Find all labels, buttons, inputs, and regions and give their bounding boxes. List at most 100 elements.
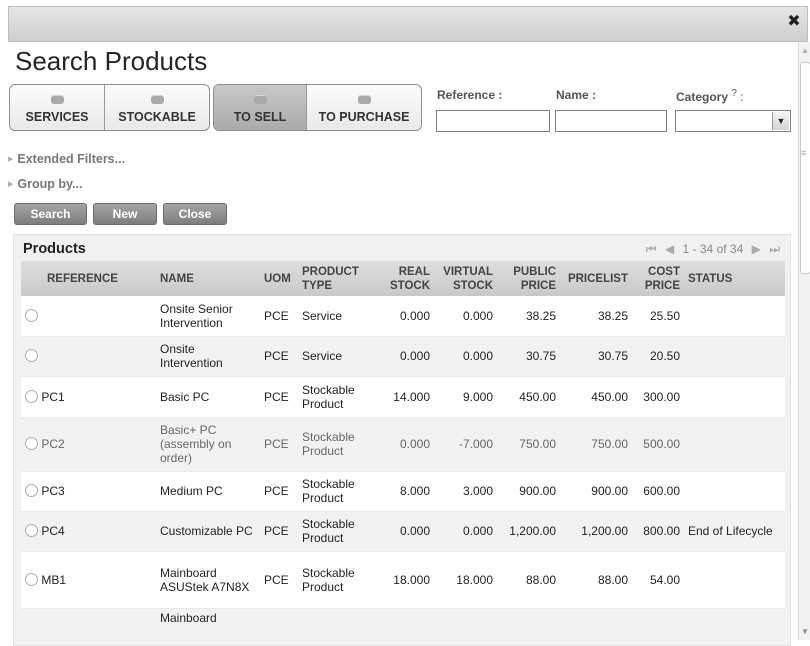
type-cell: Stockable Product bbox=[298, 376, 376, 418]
cost-price-cell: 800.00 bbox=[632, 511, 684, 552]
col-virtual-stock-label: VIRTUAL STOCK bbox=[443, 265, 493, 292]
chevron-down-icon[interactable]: ▼ bbox=[772, 112, 789, 130]
uom-cell: PCE bbox=[260, 296, 298, 337]
filter-stockable-label: STOCKABLE bbox=[118, 110, 196, 124]
virtual-stock-cell: 0.000 bbox=[434, 336, 497, 377]
filter-icon bbox=[150, 95, 164, 104]
prev-page-icon[interactable]: ◀ bbox=[665, 242, 674, 256]
filter-icon bbox=[253, 95, 267, 104]
uom-cell: PCE bbox=[260, 471, 298, 512]
table-row[interactable]: PC4 Customizable PC PCE Stockable Produc… bbox=[21, 511, 785, 552]
select-radio[interactable] bbox=[25, 308, 38, 322]
dialog-titlebar: ✖ bbox=[8, 6, 808, 42]
last-page-icon[interactable]: ⏭ bbox=[769, 242, 780, 256]
virtual-stock-cell: -7.000 bbox=[434, 417, 497, 472]
select-radio[interactable] bbox=[25, 524, 38, 537]
scroll-up-icon[interactable]: ▲ bbox=[801, 46, 809, 55]
filter-to-purchase-button[interactable]: TO PURCHASE bbox=[307, 85, 421, 130]
pricelist-cell: 450.00 bbox=[560, 376, 632, 418]
status-cell bbox=[684, 471, 785, 512]
real-stock-cell: 0.000 bbox=[376, 511, 434, 552]
real-stock-cell: 0.000 bbox=[376, 336, 434, 377]
extended-filters-toggle[interactable]: ▶ Extended Filters... bbox=[8, 152, 125, 166]
col-uom[interactable]: UOM bbox=[260, 261, 298, 296]
close-button[interactable]: Close bbox=[163, 203, 227, 225]
uom-cell: PCE bbox=[260, 511, 298, 552]
cost-price-cell bbox=[632, 608, 684, 645]
uom-cell: PCE bbox=[260, 551, 298, 609]
close-icon[interactable]: ✖ bbox=[785, 13, 803, 31]
products-panel: Products ⏮ ◀ 1 - 34 of 34 ▶ ⏭ REFERENCE … bbox=[13, 234, 791, 646]
virtual-stock-cell: 18.000 bbox=[434, 551, 497, 609]
sale-filter-group: TO SELL TO PURCHASE bbox=[213, 84, 422, 131]
page-title: Search Products bbox=[15, 46, 208, 76]
table-row[interactable]: MB1 Mainboard ASUStek A7N8X PCE Stockabl… bbox=[21, 551, 785, 609]
public-price-cell: 450.00 bbox=[497, 376, 560, 418]
virtual-stock-cell: 0.000 bbox=[434, 296, 497, 337]
name-input[interactable] bbox=[555, 110, 667, 132]
col-reference[interactable]: REFERENCE bbox=[21, 261, 156, 296]
col-name[interactable]: NAME bbox=[156, 261, 260, 296]
scrollbar[interactable]: ▲ ≡ ▼ bbox=[798, 42, 810, 640]
uom-cell bbox=[260, 608, 298, 645]
filter-icon bbox=[357, 95, 371, 104]
select-radio[interactable] bbox=[25, 437, 38, 450]
col-pricelist[interactable]: PRICELIST bbox=[560, 261, 632, 296]
col-product-type[interactable]: PRODUCT TYPE bbox=[298, 261, 376, 296]
reference-value: PC4 bbox=[41, 524, 65, 538]
extended-filters-label: Extended Filters... bbox=[17, 152, 126, 166]
first-page-icon[interactable]: ⏮ bbox=[646, 242, 657, 256]
table-row[interactable]: PC1 Basic PC PCE Stockable Product 14.00… bbox=[21, 376, 785, 418]
reference-cell: PC4 bbox=[21, 511, 156, 552]
select-radio[interactable] bbox=[25, 349, 38, 362]
col-real-stock-label: REAL STOCK bbox=[389, 265, 430, 292]
group-by-label: Group by... bbox=[17, 177, 83, 191]
table-row[interactable]: PC3 Medium PC PCE Stockable Product 8.00… bbox=[21, 471, 785, 512]
products-title: Products bbox=[23, 241, 86, 257]
table-row[interactable]: Onsite Intervention PCE Service 0.000 0.… bbox=[21, 336, 785, 377]
next-page-icon[interactable]: ▶ bbox=[752, 242, 761, 256]
col-cost-price[interactable]: COST PRICE bbox=[632, 261, 684, 296]
products-table: REFERENCE NAME UOM PRODUCT TYPE REAL STO… bbox=[21, 261, 785, 645]
cost-price-cell: 600.00 bbox=[632, 471, 684, 512]
new-button[interactable]: New bbox=[93, 203, 157, 225]
virtual-stock-cell: 9.000 bbox=[434, 376, 497, 418]
col-status[interactable]: STATUS bbox=[684, 261, 785, 296]
select-radio[interactable] bbox=[25, 484, 38, 497]
category-label-text: Category bbox=[676, 90, 729, 104]
type-filter-group: SERVICES STOCKABLE bbox=[9, 84, 210, 131]
group-by-toggle[interactable]: ▶ Group by... bbox=[8, 177, 82, 191]
real-stock-cell: 8.000 bbox=[376, 471, 434, 512]
scroll-down-icon[interactable]: ▼ bbox=[801, 627, 809, 636]
table-row[interactable]: PC2 Basic+ PC (assembly on order) PCE St… bbox=[21, 417, 785, 472]
cost-price-cell: 500.00 bbox=[632, 417, 684, 472]
category-select[interactable]: ▼ bbox=[675, 110, 791, 132]
col-cost-price-label: COST PRICE bbox=[644, 265, 680, 292]
reference-input[interactable] bbox=[436, 110, 550, 132]
category-label-suffix: : bbox=[736, 90, 744, 104]
scrollbar-thumb[interactable] bbox=[800, 62, 810, 274]
pricelist-cell: 88.00 bbox=[560, 551, 632, 609]
public-price-cell: 88.00 bbox=[497, 551, 560, 609]
filter-to-sell-button[interactable]: TO SELL bbox=[214, 85, 308, 130]
select-radio[interactable] bbox=[25, 572, 38, 586]
virtual-stock-cell bbox=[434, 608, 497, 645]
select-radio[interactable] bbox=[25, 389, 38, 403]
col-public-price[interactable]: PUBLIC PRICE bbox=[497, 261, 560, 296]
real-stock-cell: 0.000 bbox=[376, 296, 434, 337]
virtual-stock-cell: 0.000 bbox=[434, 511, 497, 552]
table-row[interactable]: Mainboard bbox=[21, 608, 785, 645]
filter-services-button[interactable]: SERVICES bbox=[10, 85, 106, 130]
virtual-stock-cell: 3.000 bbox=[434, 471, 497, 512]
status-cell bbox=[684, 376, 785, 418]
status-cell bbox=[684, 296, 785, 337]
reference-label: Reference : bbox=[437, 88, 503, 102]
search-button[interactable]: Search bbox=[14, 203, 87, 225]
reference-cell: PC1 bbox=[21, 376, 156, 418]
col-virtual-stock[interactable]: VIRTUAL STOCK bbox=[434, 261, 497, 296]
col-real-stock[interactable]: REAL STOCK bbox=[376, 261, 434, 296]
uom-cell: PCE bbox=[260, 417, 298, 472]
filter-stockable-button[interactable]: STOCKABLE bbox=[105, 85, 209, 130]
table-row[interactable]: Onsite Senior Intervention PCE Service 0… bbox=[21, 296, 785, 337]
name-cell: Mainboard bbox=[156, 608, 260, 645]
